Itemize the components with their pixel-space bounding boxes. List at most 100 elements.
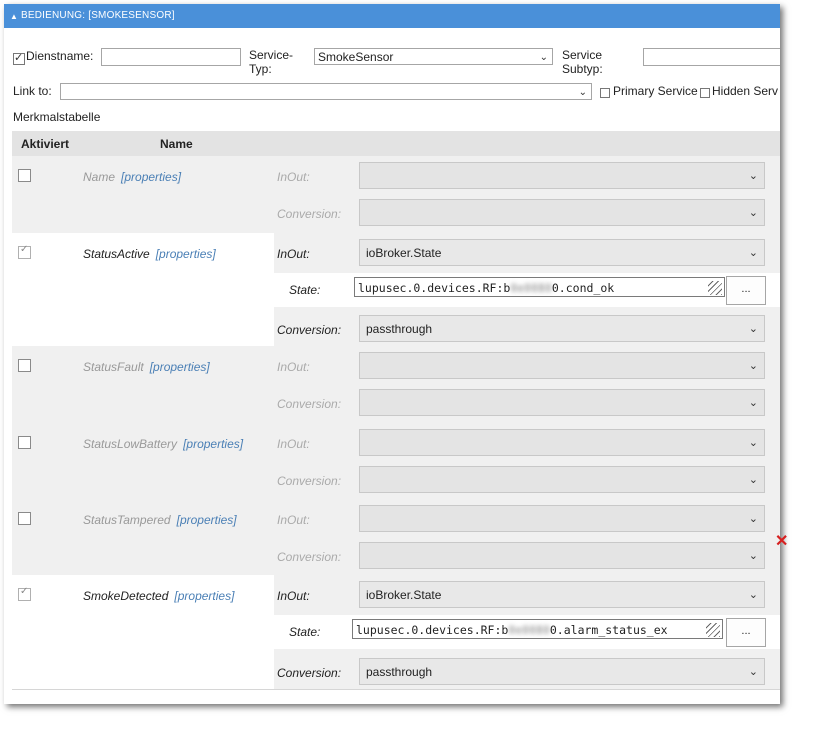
inout-select[interactable]: ⌄ [359,352,765,379]
chevron-down-icon: ⌄ [748,323,758,335]
inout-label: InOut: [277,437,310,451]
conversion-select[interactable]: passthrough ⌄ [359,658,765,685]
row-checkbox[interactable] [18,436,31,449]
browse-button[interactable]: ... [726,276,766,305]
service-typ-value: SmokeSensor [318,50,394,64]
state-label: State: [289,283,321,297]
chevron-down-icon: ⌄ [578,87,587,98]
table-header: Aktiviert Name [12,131,780,156]
hidden-service-checkbox[interactable] [700,88,710,98]
conversion-label: Conversion: [277,550,342,564]
link-to-select[interactable]: ⌄ [60,83,592,100]
chevron-down-icon: ⌄ [748,589,758,601]
row-checkbox[interactable] [18,169,31,182]
panel: ▲ Bedienung: [SmokeSensor] Dienstname: S… [4,4,780,704]
merkmalstabelle-label: Merkmalstabelle [13,110,101,124]
row-checkbox[interactable] [18,359,31,372]
row-fields: InOut: ⌄ Conversion: ⌄ [274,423,780,499]
chevron-down-icon: ⌄ [748,474,758,486]
chevron-down-icon: ⌄ [748,360,758,372]
properties-link[interactable]: [properties] [183,437,243,451]
conversion-select[interactable]: ⌄ [359,542,765,569]
row-name: StatusFault [properties] [83,360,210,374]
properties-link[interactable]: [properties] [150,360,210,374]
resize-grip-icon[interactable] [706,623,720,637]
row-fields: InOut: ioBroker.State ⌄ State: lupusec.0.… [274,575,780,689]
row-fields: InOut: ⌄ Conversion: ⌄ [274,346,780,423]
resize-grip-icon[interactable] [708,281,722,295]
state-input[interactable]: lupusec.0.devices.RF:b0e00800.alarm_stat… [352,619,723,639]
table-row: StatusFault [properties] InOut: ⌄ Convers… [12,346,780,424]
primary-service-checkbox[interactable] [600,88,610,98]
service-subtyp-label-1: Service [562,48,603,62]
service-subtyp-label-2: Subtyp: [562,62,603,76]
state-input[interactable]: lupusec.0.devices.RF:b0e00800.cond_ok [354,277,725,297]
state-row: State: lupusec.0.devices.RF:b0e00800.ala… [274,615,780,649]
chevron-down-icon: ⌄ [748,513,758,525]
redacted-text: 0e0080 [508,623,550,637]
chevron-down-icon: ⌄ [748,437,758,449]
inout-label: InOut: [277,589,310,603]
chevron-down-icon: ⌄ [539,52,548,63]
chevron-down-icon: ⌄ [748,170,758,182]
inout-label: InOut: [277,360,310,374]
conversion-label: Conversion: [277,207,342,221]
inout-select[interactable]: ioBroker.State ⌄ [359,581,765,608]
chevron-down-icon: ⌄ [748,207,758,219]
col-aktiviert: Aktiviert [21,137,70,151]
col-name: Name [160,137,193,151]
inout-value: ioBroker.State [366,246,442,260]
inout-label: InOut: [277,247,310,261]
conversion-select[interactable]: ⌄ [359,199,765,226]
table-row: StatusLowBattery [properties] InOut: ⌄ Co… [12,423,780,500]
conversion-select[interactable]: ⌄ [359,389,765,416]
row-checkbox[interactable] [18,244,31,259]
panel-header[interactable]: ▲ Bedienung: [SmokeSensor] [4,4,780,28]
chevron-down-icon: ⌄ [748,397,758,409]
hidden-service-label: Hidden Serv [712,84,779,98]
primary-service-label: Primary Service [613,84,698,98]
conversion-label: Conversion: [277,397,342,411]
properties-link[interactable]: [properties] [121,170,181,184]
chevron-down-icon: ⌄ [748,247,758,259]
state-label: State: [289,625,321,639]
inout-select[interactable]: ⌄ [359,505,765,532]
row-name: StatusLowBattery [properties] [83,437,244,451]
link-to-label: Link to: [13,84,52,98]
chevron-down-icon: ⌄ [748,666,758,678]
inout-select[interactable]: ⌄ [359,429,765,456]
conversion-value: passthrough [366,322,433,336]
service-subtyp-input[interactable] [643,48,780,66]
inout-label: InOut: [277,170,310,184]
dienstname-input[interactable] [101,48,241,66]
table-row: StatusActive[properties] InOut: ioBroker… [12,233,780,347]
conversion-value: passthrough [366,665,433,679]
row-fields: InOut: ⌄ Conversion: ⌄ [274,499,780,575]
row-fields: InOut: ⌄ Conversion: ⌄ [274,156,780,233]
row-name: StatusTampered [properties] [83,513,237,527]
triangle-down-icon[interactable]: ▲ [10,12,18,21]
conversion-select[interactable]: ⌄ [359,466,765,493]
properties-link[interactable]: [properties] [156,247,216,261]
state-row: State: lupusec.0.devices.RF:b0e00800.con… [274,273,780,307]
conversion-label: Conversion: [277,474,342,488]
inout-label: InOut: [277,513,310,527]
inout-select[interactable]: ⌄ [359,162,765,189]
close-icon[interactable]: ✕ [775,531,788,551]
browse-button[interactable]: ... [726,618,766,647]
properties-link[interactable]: [properties] [177,513,237,527]
dienstname-checkbox[interactable] [13,51,25,65]
chevron-down-icon: ⌄ [748,550,758,562]
service-typ-select[interactable]: SmokeSensor ⌄ [314,48,553,65]
inout-select[interactable]: ioBroker.State ⌄ [359,239,765,266]
row-checkbox[interactable] [18,512,31,525]
row-fields: InOut: ioBroker.State ⌄ State: lupusec.0.… [274,233,780,346]
conversion-label: Conversion: [277,323,342,337]
conversion-select[interactable]: passthrough ⌄ [359,315,765,342]
row-checkbox[interactable] [18,586,31,601]
row-name: StatusActive [properties] [83,247,216,261]
properties-link[interactable]: [properties] [174,589,234,603]
service-typ-label-1: Service- [249,48,294,62]
row-name: SmokeDetected [properties] [83,589,235,603]
table-row: Name [properties] InOut: ⌄ Conversion: ⌄ [12,156,780,234]
